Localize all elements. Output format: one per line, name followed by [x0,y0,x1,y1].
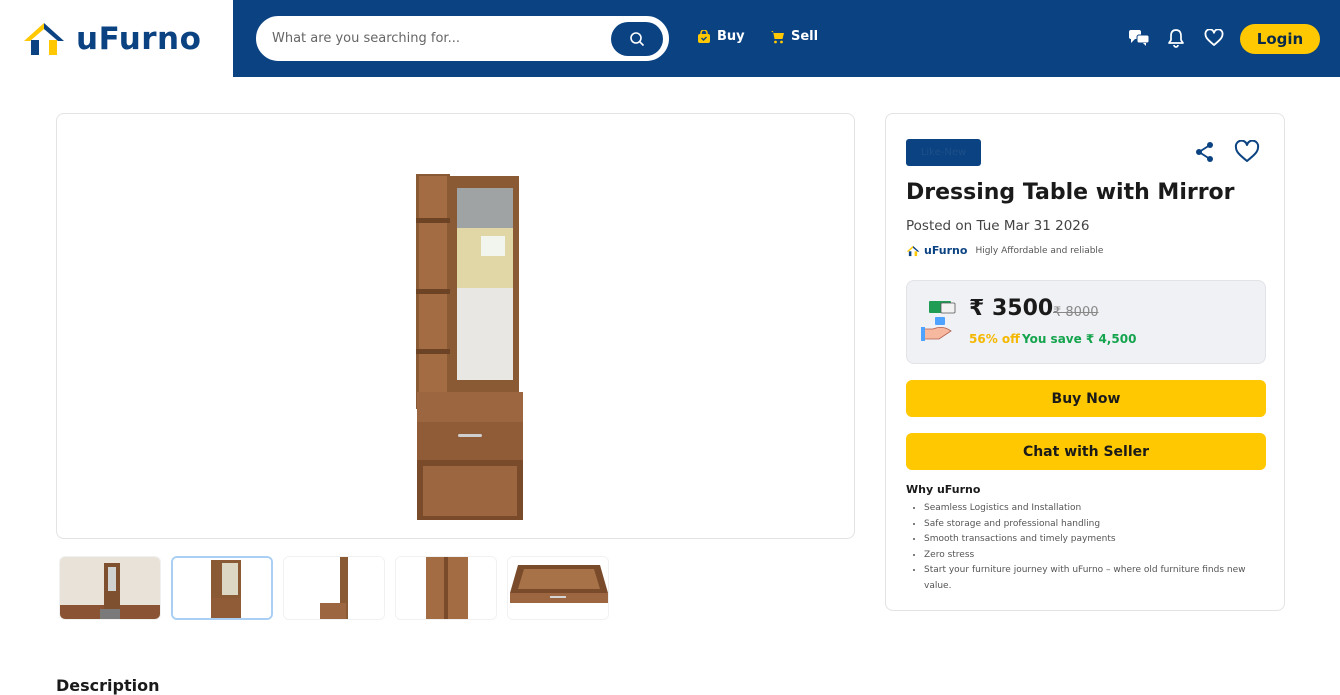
original-price: ₹ 8000 [1053,305,1099,320]
brand-tagline: Higly Affordable and reliable [975,245,1104,256]
discount-percent: 56% off [969,332,1020,346]
price-box: ₹ 3500 ₹ 8000 56% off You save ₹ 4,500 [906,280,1266,364]
savings-amount: You save ₹ 4,500 [1022,332,1137,346]
posted-date: Posted on Tue Mar 31 2026 [906,218,1090,234]
why-item: Smooth transactions and timely payments [924,532,1264,548]
wishlist-button[interactable] [1202,27,1226,49]
house-logo-icon [906,245,920,256]
product-main-image[interactable] [56,113,855,539]
chat-icon [1129,30,1150,46]
nav-sell-label: Sell [791,29,819,44]
thumbnail-strip [59,556,609,620]
thumbnail-drawer-view[interactable] [507,556,609,620]
why-item: Seamless Logistics and Installation [924,501,1264,517]
product-title: Dressing Table with Mirror [906,180,1235,205]
money-hand-icon [921,301,956,341]
why-item: Zero stress [924,548,1264,564]
why-item: Safe storage and professional handling [924,517,1264,533]
nav-buy[interactable]: Buy [697,29,745,44]
logo[interactable]: uFurno [0,0,233,77]
login-button[interactable]: Login [1240,24,1320,54]
dressing-table-image [416,174,523,520]
search-icon [630,32,645,47]
search-button[interactable] [611,22,663,56]
thumbnail-panel-view[interactable] [395,556,497,620]
why-item: Start your furniture journey with uFurno… [924,563,1264,594]
why-ufurno-heading: Why uFurno [906,483,981,496]
top-header: uFurno Buy Sell [0,0,1340,77]
why-ufurno-list: Seamless Logistics and Installation Safe… [924,501,1264,595]
search-bar [256,16,669,61]
price: ₹ 3500 [969,296,1054,321]
thumbnail-front-view[interactable] [171,556,273,620]
cart-icon [771,30,784,43]
favorite-button[interactable] [1234,139,1260,168]
house-logo-icon [24,22,64,55]
condition-badge: Like-New [906,139,981,166]
thumbnail-room-view[interactable] [59,556,161,620]
chat-button[interactable] [1127,27,1151,49]
heart-icon [1204,29,1224,46]
logo-text: uFurno [76,20,202,57]
buy-now-button[interactable]: Buy Now [906,380,1266,417]
product-info-panel: Like-New Dressing Table with Mirror Post… [885,113,1285,611]
share-button[interactable] [1194,141,1216,167]
brand-mini-name: uFurno [924,244,968,257]
bell-icon [1168,29,1184,48]
search-input[interactable] [272,31,592,46]
brand-line: uFurno Higly Affordable and reliable [906,244,1103,257]
description-heading: Description [56,676,160,695]
share-icon [1196,142,1213,162]
shopping-bag-icon [698,29,710,43]
notifications-button[interactable] [1164,27,1188,49]
thumbnail-side-view[interactable] [283,556,385,620]
nav-sell[interactable]: Sell [770,29,818,44]
chat-with-seller-button[interactable]: Chat with Seller [906,433,1266,470]
nav-buy-label: Buy [717,29,745,44]
heart-icon [1234,139,1260,162]
